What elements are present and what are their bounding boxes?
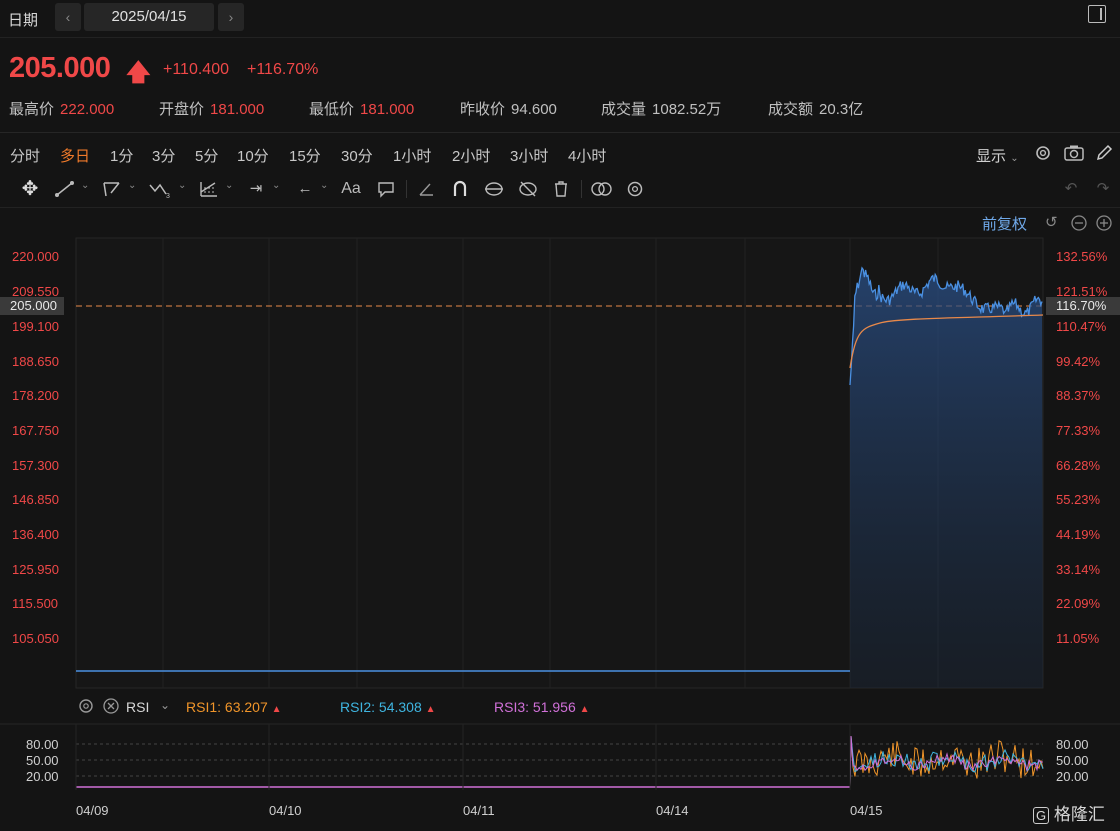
rsi-level-label: 80.00 <box>26 737 59 752</box>
rsi-indicator-name[interactable]: RSI <box>126 699 149 715</box>
chevron-down-icon[interactable]: ⌄ <box>160 698 170 712</box>
price-axis-label: 167.750 <box>12 423 59 438</box>
percent-axis-label: 22.09% <box>1056 596 1101 611</box>
price-axis-label: 188.650 <box>12 354 59 369</box>
price-axis-label: 146.850 <box>12 492 59 507</box>
rsi-level-label: 20.00 <box>26 769 59 784</box>
time-axis-label: 04/10 <box>269 803 302 818</box>
rsi-level-label: 50.00 <box>1056 753 1089 768</box>
percent-axis-label: 11.05% <box>1056 631 1100 646</box>
triangle-up-icon: ▲ <box>579 704 590 715</box>
rsi-level-label: 50.00 <box>26 753 59 768</box>
price-axis-label: 157.300 <box>12 458 59 473</box>
rsi2-value: RSI2: 54.308 ▲ <box>340 699 436 715</box>
time-axis-label: 04/11 <box>463 803 495 818</box>
price-axis-label: 220.000 <box>12 249 59 264</box>
percent-axis-label: 88.37% <box>1056 388 1101 403</box>
price-axis-label: 136.400 <box>12 527 59 542</box>
rsi-close-icon[interactable] <box>102 697 120 715</box>
rsi3-value: RSI3: 51.956 ▲ <box>494 699 590 715</box>
percent-axis-label: 132.56% <box>1056 249 1108 264</box>
time-axis-label: 04/15 <box>850 803 883 818</box>
time-axis-label: 04/09 <box>76 803 109 818</box>
time-axis: 04/09 04/10 04/11 04/14 04/15 <box>75 724 883 818</box>
triangle-up-icon: ▲ <box>425 704 436 715</box>
watermark-logo: G 格隆汇 <box>1033 800 1105 825</box>
logo-icon: G <box>1033 807 1050 824</box>
rsi-settings-icon[interactable] <box>77 697 95 715</box>
percent-axis-label: 99.42% <box>1056 354 1101 369</box>
rsi-grid: 80.00 80.0050.00 50.0020.00 20.00 <box>0 723 1120 784</box>
current-percent-tag: 116.70% <box>1046 297 1120 315</box>
triangle-up-icon: ▲ <box>271 704 282 715</box>
percent-axis-label: 110.47% <box>1056 319 1107 334</box>
price-axis-label: 199.100 <box>12 319 59 334</box>
price-axis-label: 105.050 <box>12 631 59 646</box>
current-price-tag: 205.000 <box>0 297 64 315</box>
price-axis-label: 178.200 <box>12 388 59 403</box>
rsi-level-label: 20.00 <box>1056 769 1089 784</box>
percent-axis-label: 55.23% <box>1056 492 1101 507</box>
time-axis-label: 04/14 <box>656 803 689 818</box>
price-axis-label: 115.500 <box>12 596 58 611</box>
rsi1-value: RSI1: 63.207 ▲ <box>186 699 282 715</box>
percent-axis-label: 33.14% <box>1056 562 1101 577</box>
price-area <box>850 267 1043 688</box>
percent-axis-label: 44.19% <box>1056 527 1101 542</box>
percent-axis-label: 77.33% <box>1056 423 1101 438</box>
price-axis-label: 125.950 <box>12 562 59 577</box>
rsi-level-label: 80.00 <box>1056 737 1089 752</box>
percent-axis-label: 66.28% <box>1056 458 1101 473</box>
